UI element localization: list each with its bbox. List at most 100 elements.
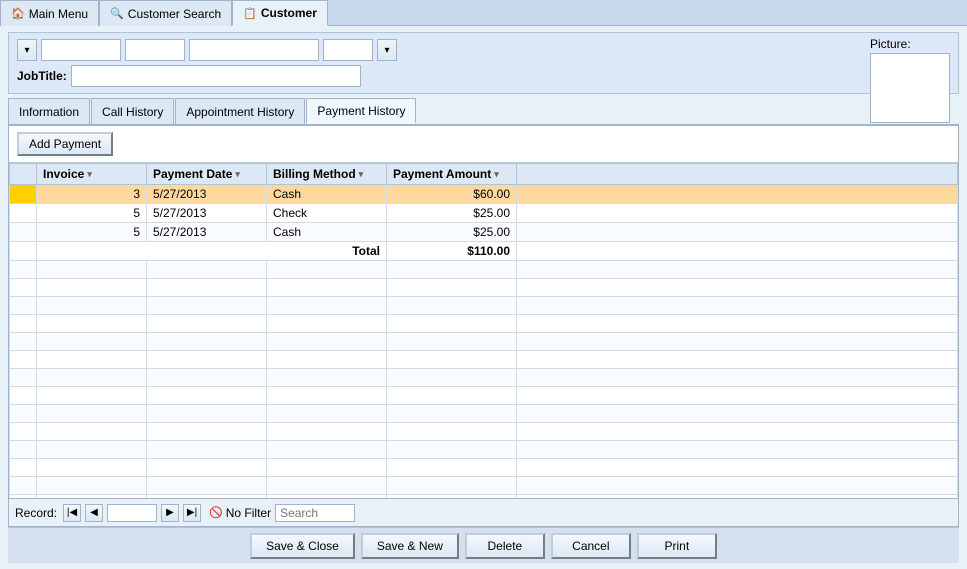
title-bar: 🏠 Main Menu 🔍 Customer Search 📋 Customer xyxy=(0,0,967,26)
amount-sort-icon: ▾ xyxy=(494,169,499,180)
table-row[interactable]: 3 5/27/2013 Cash $60.00 xyxy=(10,185,958,204)
panel-toolbar: Add Payment xyxy=(9,126,958,163)
table-empty-row xyxy=(10,351,958,369)
cell-billing: Cash xyxy=(267,223,387,242)
tab-payment-history[interactable]: Payment History xyxy=(306,98,416,124)
table-total-row: Total $110.00 xyxy=(10,242,958,261)
print-button[interactable]: Print xyxy=(637,533,717,559)
add-payment-button[interactable]: Add Payment xyxy=(17,132,113,156)
nav-search-input[interactable] xyxy=(275,504,355,522)
total-amount: $110.00 xyxy=(387,242,517,261)
tab-customer-search-label: Customer Search xyxy=(128,7,221,21)
customer-header: ▾ Test Customer ▾ JobTitle: Picture: xyxy=(8,32,959,94)
name-row: ▾ Test Customer ▾ xyxy=(17,39,950,61)
bottom-bar: Save & Close Save & New Delete Cancel Pr… xyxy=(8,527,959,563)
tab-customer-search[interactable]: 🔍 Customer Search xyxy=(99,0,232,26)
total-indicator xyxy=(10,242,37,261)
nav-prev-button[interactable]: ◀ xyxy=(85,504,103,522)
last-name-input[interactable]: Customer xyxy=(189,39,319,61)
nav-bar: Record: |◀ ◀ ▶ ▶| 🚫 No Filter xyxy=(9,498,958,526)
col-header-invoice[interactable]: Invoice ▾ xyxy=(37,164,147,185)
total-extra xyxy=(517,242,958,261)
tab-main-menu[interactable]: 🏠 Main Menu xyxy=(0,0,99,26)
table-empty-row xyxy=(10,297,958,315)
cell-extra xyxy=(517,223,958,242)
no-filter-label: No Filter xyxy=(226,506,271,520)
suffix-dropdown[interactable]: ▾ xyxy=(377,39,397,61)
col-header-extra xyxy=(517,164,958,185)
table-empty-row xyxy=(10,405,958,423)
tab-appointment-history-label: Appointment History xyxy=(186,105,294,119)
cell-amount: $25.00 xyxy=(387,223,517,242)
cell-amount: $60.00 xyxy=(387,185,517,204)
cell-invoice: 5 xyxy=(37,223,147,242)
table-row[interactable]: 5 5/27/2013 Cash $25.00 xyxy=(10,223,958,242)
tab-customer[interactable]: 📋 Customer xyxy=(232,0,328,26)
jobtitle-input[interactable] xyxy=(71,65,361,87)
inner-tabs: Information Call History Appointment His… xyxy=(8,98,959,126)
main-content: ▾ Test Customer ▾ JobTitle: Picture: Inf… xyxy=(0,26,967,569)
middle-name-input[interactable] xyxy=(125,39,185,61)
col-header-amount[interactable]: Payment Amount ▾ xyxy=(387,164,517,185)
first-name-input[interactable]: Test xyxy=(41,39,121,61)
main-menu-icon: 🏠 xyxy=(11,7,25,20)
picture-frame xyxy=(870,53,950,123)
picture-label: Picture: xyxy=(870,37,950,51)
cell-extra xyxy=(517,185,958,204)
col-header-paydate[interactable]: Payment Date ▾ xyxy=(147,164,267,185)
tab-main-menu-label: Main Menu xyxy=(29,7,88,21)
nav-filter: 🚫 No Filter xyxy=(209,506,271,520)
cell-extra xyxy=(517,204,958,223)
cell-paydate: 5/27/2013 xyxy=(147,204,267,223)
tab-customer-label: Customer xyxy=(261,6,317,20)
row-indicator-cell xyxy=(10,185,37,204)
table-empty-row xyxy=(10,477,958,495)
table-empty-row xyxy=(10,279,958,297)
table-empty-row xyxy=(10,459,958,477)
tab-information[interactable]: Information xyxy=(8,98,90,124)
customer-search-icon: 🔍 xyxy=(110,7,124,20)
cell-billing: Cash xyxy=(267,185,387,204)
delete-button[interactable]: Delete xyxy=(465,533,545,559)
tab-call-history-label: Call History xyxy=(102,105,163,119)
cell-invoice: 5 xyxy=(37,204,147,223)
tab-information-label: Information xyxy=(19,105,79,119)
cell-invoice: 3 xyxy=(37,185,147,204)
table-empty-row xyxy=(10,261,958,279)
row-indicator-cell xyxy=(10,223,37,242)
cell-paydate: 5/27/2013 xyxy=(147,223,267,242)
suffix-input[interactable] xyxy=(323,39,373,61)
tab-call-history[interactable]: Call History xyxy=(91,98,174,124)
col-header-billing[interactable]: Billing Method ▾ xyxy=(267,164,387,185)
cell-billing: Check xyxy=(267,204,387,223)
table-row[interactable]: 5 5/27/2013 Check $25.00 xyxy=(10,204,958,223)
table-empty-row xyxy=(10,387,958,405)
jobtitle-row: JobTitle: xyxy=(17,65,950,87)
save-close-button[interactable]: Save & Close xyxy=(250,533,355,559)
salutation-dropdown[interactable]: ▾ xyxy=(17,39,37,61)
paydate-sort-icon: ▾ xyxy=(235,169,240,180)
save-new-button[interactable]: Save & New xyxy=(361,533,459,559)
nav-next-button[interactable]: ▶ xyxy=(161,504,179,522)
record-label: Record: xyxy=(15,506,57,520)
row-indicator-cell xyxy=(10,204,37,223)
tab-appointment-history[interactable]: Appointment History xyxy=(175,98,305,124)
nav-last-button[interactable]: ▶| xyxy=(183,504,201,522)
cancel-button[interactable]: Cancel xyxy=(551,533,631,559)
table-header-row: Invoice ▾ Payment Date ▾ xyxy=(10,164,958,185)
payment-history-panel: Add Payment Invoice ▾ xyxy=(8,126,959,527)
payment-grid[interactable]: Invoice ▾ Payment Date ▾ xyxy=(9,163,958,498)
nav-position-input[interactable] xyxy=(107,504,157,522)
customer-icon: 📋 xyxy=(243,7,257,20)
table-empty-row xyxy=(10,369,958,387)
table-empty-row xyxy=(10,333,958,351)
cell-amount: $25.00 xyxy=(387,204,517,223)
jobtitle-label: JobTitle: xyxy=(17,69,67,83)
table-empty-row xyxy=(10,441,958,459)
cell-paydate: 5/27/2013 xyxy=(147,185,267,204)
billing-sort-icon: ▾ xyxy=(359,169,364,180)
nav-first-button[interactable]: |◀ xyxy=(63,504,81,522)
table-empty-row xyxy=(10,423,958,441)
payment-table: Invoice ▾ Payment Date ▾ xyxy=(9,163,958,498)
picture-box: Picture: xyxy=(870,37,950,123)
